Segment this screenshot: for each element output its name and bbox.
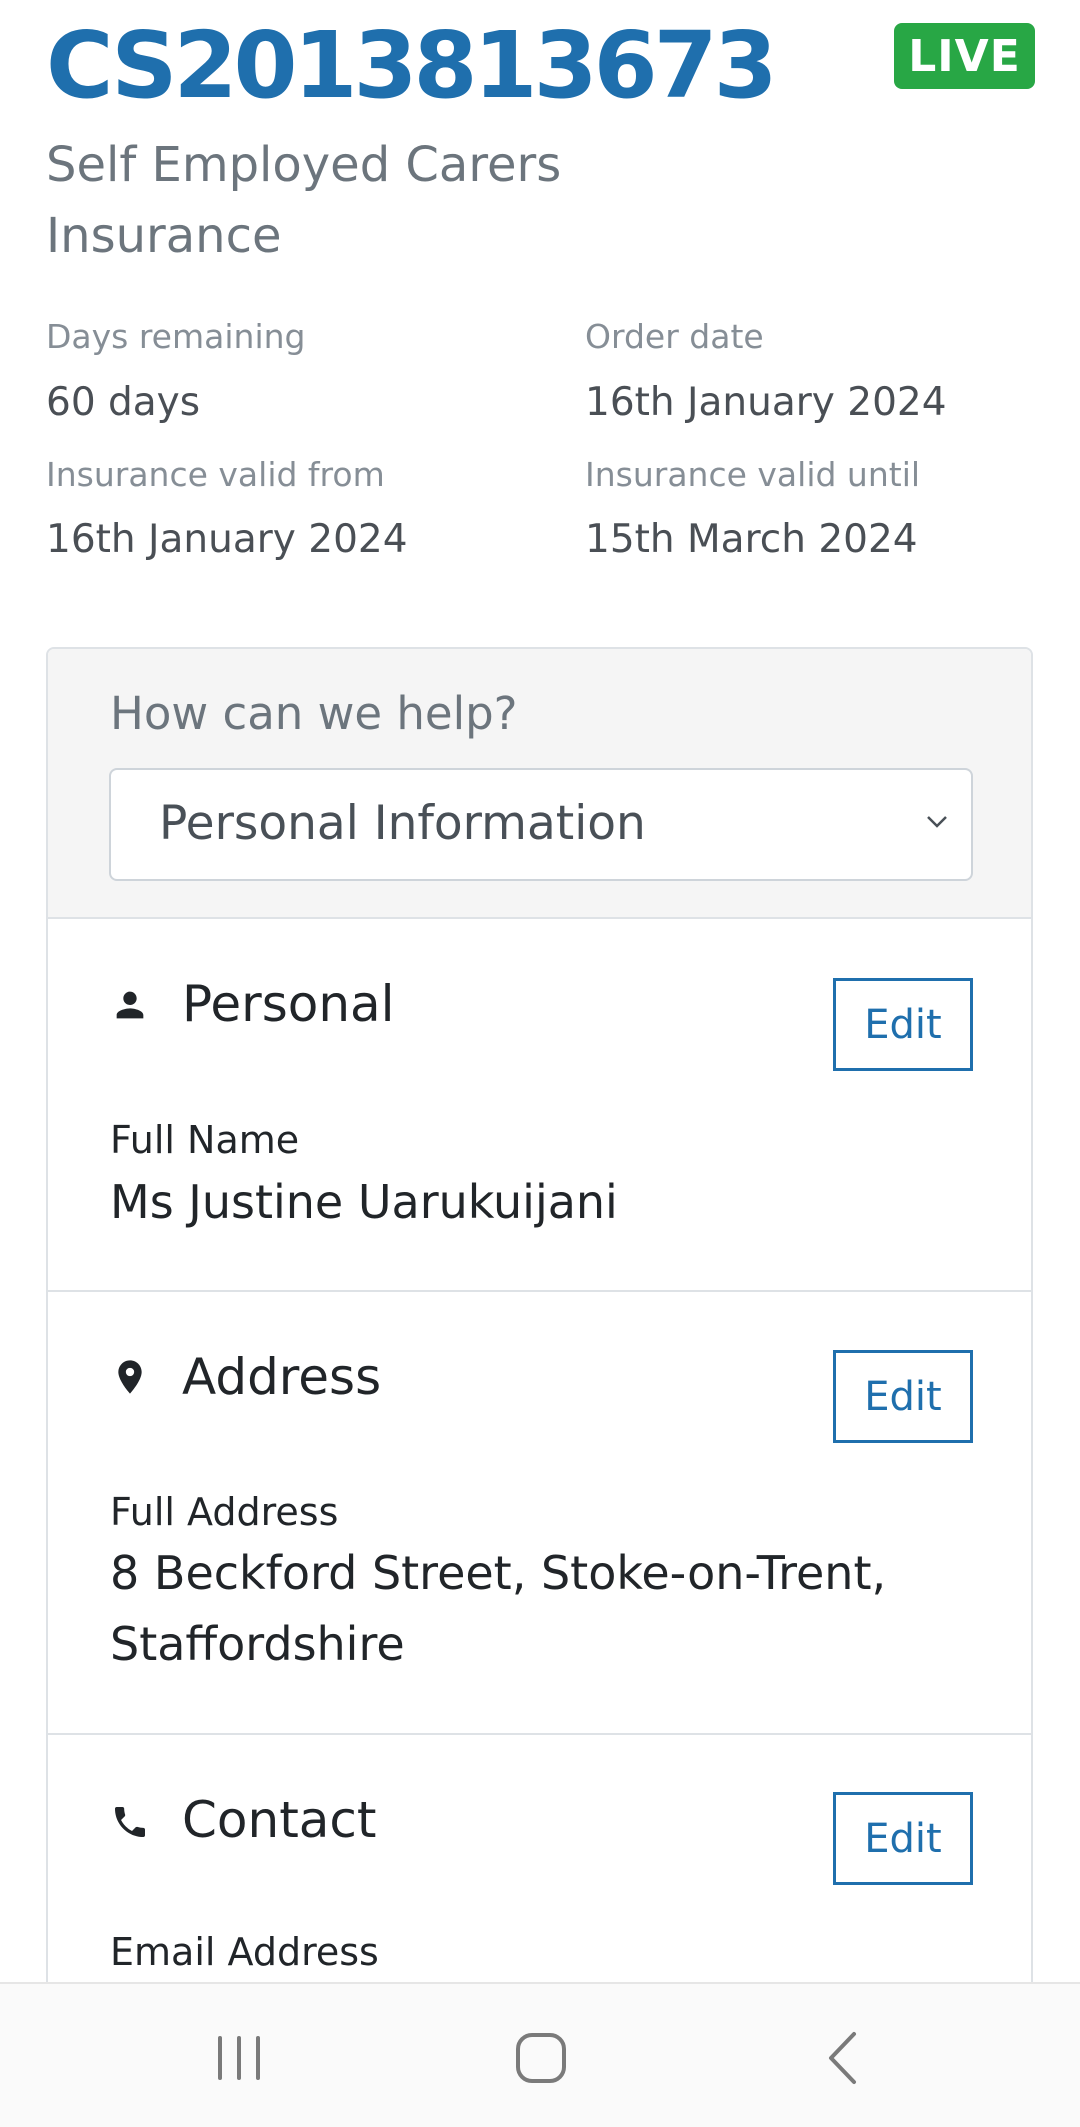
personal-title: Personal xyxy=(182,975,395,1033)
help-topic-value: Personal Information xyxy=(159,796,646,851)
address-section: Address Edit Full Address 8 Beckford Str… xyxy=(48,1292,1031,1735)
valid-from-label: Insurance valid from xyxy=(46,455,385,494)
full-address-value: 8 Beckford Street, Stoke-on-Trent, Staff… xyxy=(110,1546,887,1671)
address-title: Address xyxy=(182,1348,382,1406)
valid-until-label: Insurance valid until xyxy=(585,455,921,494)
personal-section: Personal Edit Full Name Ms Justine Uaruk… xyxy=(48,919,1031,1292)
valid-from-value: 16th January 2024 xyxy=(46,517,408,562)
days-remaining-value: 60 days xyxy=(46,380,201,425)
contact-section: Contact Edit Email Address xyxy=(48,1735,1031,1982)
order-date-label: Order date xyxy=(585,317,764,356)
product-name: Self Employed Carers Insurance xyxy=(46,137,562,264)
email-address-label: Email Address xyxy=(110,1930,379,1974)
recent-apps-icon[interactable] xyxy=(209,2028,269,2088)
system-nav-bar xyxy=(0,1982,1080,2127)
edit-address-button[interactable]: Edit xyxy=(833,1350,973,1443)
full-name-label: Full Name xyxy=(110,1118,300,1162)
policy-page: CS2013813673 LIVE Self Employed Carers I… xyxy=(0,0,1080,1982)
home-icon[interactable] xyxy=(511,2028,571,2088)
back-icon[interactable] xyxy=(814,2028,874,2088)
person-icon xyxy=(116,991,144,1019)
phone-icon xyxy=(115,1807,145,1837)
status-badge: LIVE xyxy=(894,23,1035,89)
contact-title: Contact xyxy=(182,1791,377,1849)
chevron-down-icon xyxy=(927,816,947,828)
full-address-label: Full Address xyxy=(110,1490,339,1534)
full-name-value: Ms Justine Uarukuijani xyxy=(110,1175,618,1229)
policy-reference: CS2013813673 xyxy=(46,12,778,119)
days-remaining-label: Days remaining xyxy=(46,317,306,356)
order-date-value: 16th January 2024 xyxy=(585,380,947,425)
location-pin-icon xyxy=(118,1360,142,1394)
edit-personal-button[interactable]: Edit xyxy=(833,978,973,1071)
valid-until-value: 15th March 2024 xyxy=(585,517,918,562)
edit-contact-button[interactable]: Edit xyxy=(833,1792,973,1885)
help-topic-select[interactable]: Personal Information xyxy=(109,768,973,881)
help-header: How can we help? Personal Information xyxy=(48,649,1031,919)
help-label: How can we help? xyxy=(110,687,518,740)
help-card: How can we help? Personal Information Pe… xyxy=(46,647,1033,1982)
